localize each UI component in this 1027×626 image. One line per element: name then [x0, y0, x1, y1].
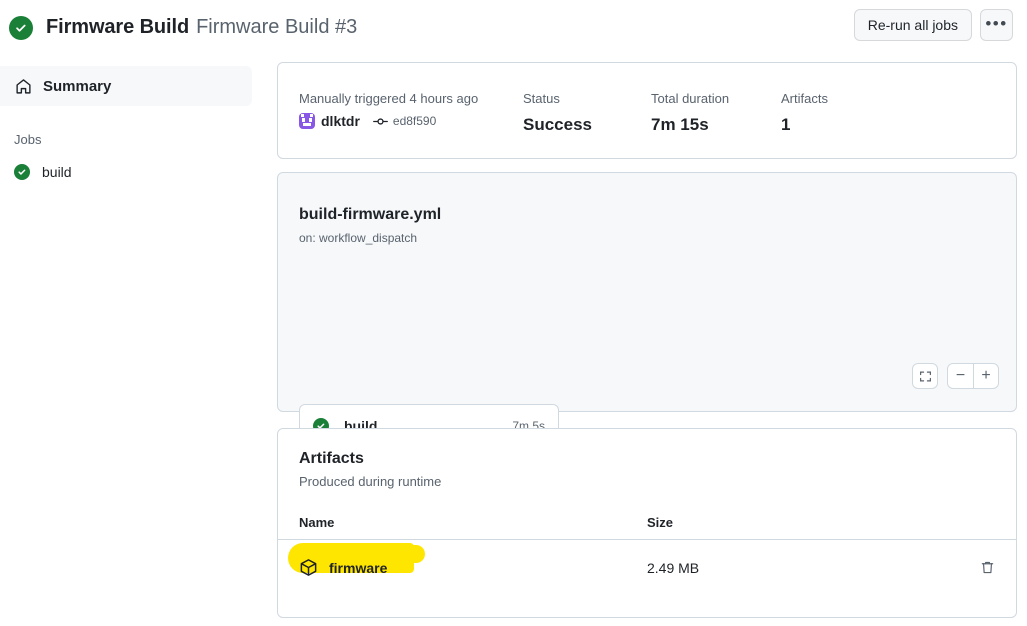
workflow-graph-card: build-firmware.yml on: workflow_dispatch…: [277, 172, 1017, 448]
page-header: Firmware Build Firmware Build #3 Re-run …: [0, 0, 1027, 55]
package-icon: [299, 558, 318, 577]
table-row: firmware 2.49 MB: [278, 539, 1016, 595]
commit-sha[interactable]: ed8f590: [393, 114, 436, 128]
header-title-group: Firmware Build Firmware Build #3: [0, 15, 358, 40]
check-circle-icon: [14, 164, 30, 180]
trigger-label: Manually triggered 4 hours ago: [299, 91, 479, 106]
sidebar-item-job-build[interactable]: build: [0, 164, 260, 180]
status-label: Status: [523, 91, 560, 106]
zoom-out-button[interactable]: −: [948, 364, 973, 388]
more-options-button[interactable]: •••: [980, 9, 1013, 41]
home-icon: [14, 77, 32, 95]
page-title: Firmware Build: [46, 16, 190, 38]
summary-duration-column: Total duration 7m 15s: [651, 91, 781, 135]
workflow-file-name: build-firmware.yml: [299, 206, 442, 223]
avatar: [299, 113, 315, 129]
duration-label: Total duration: [651, 91, 730, 106]
graph-zoom-group: − +: [947, 363, 999, 389]
actor-row: dlktdr ed8f590: [299, 113, 523, 129]
summary-artifacts-column: Artifacts 1: [781, 91, 828, 135]
status-value: Success: [523, 115, 592, 134]
artifacts-subtitle: Produced during runtime: [299, 474, 442, 489]
run-title: Firmware Build #3: [196, 16, 358, 38]
column-header-name: Name: [299, 515, 335, 530]
actor-name[interactable]: dlktdr: [321, 113, 360, 129]
artifact-size: 2.49 MB: [647, 559, 700, 576]
artifact-name-cell: firmware: [288, 543, 647, 577]
duration-value: 7m 15s: [651, 115, 709, 134]
trash-icon[interactable]: [980, 560, 995, 575]
artifacts-card: Artifacts Produced during runtime Name S…: [277, 428, 1017, 618]
workflow-run-page: Firmware Build Firmware Build #3 Re-run …: [0, 0, 1027, 626]
artifacts-table-header: Name Size: [299, 515, 995, 530]
rerun-all-jobs-button[interactable]: Re-run all jobs: [853, 9, 972, 41]
kebab-icon: •••: [985, 14, 1008, 33]
artifacts-count-value: 1: [781, 115, 791, 134]
sidebar-section-jobs: Jobs: [14, 132, 42, 147]
header-actions: Re-run all jobs •••: [853, 9, 1013, 41]
workflow-trigger-event: on: workflow_dispatch: [299, 231, 418, 245]
artifacts-heading: Artifacts: [299, 450, 364, 467]
sidebar: Summary Jobs build: [0, 66, 260, 180]
artifacts-count-label: Artifacts: [781, 91, 828, 106]
sidebar-item-summary[interactable]: Summary: [0, 66, 252, 106]
sidebar-job-label: build: [42, 164, 72, 180]
artifact-name-link[interactable]: firmware: [329, 560, 387, 576]
column-header-size: Size: [647, 515, 674, 530]
zoom-in-button[interactable]: +: [973, 364, 998, 388]
fit-screen-icon[interactable]: [912, 363, 938, 389]
main-content: Manually triggered 4 hours ago dlktdr ed…: [277, 62, 1017, 618]
summary-trigger-column: Manually triggered 4 hours ago dlktdr ed…: [299, 91, 523, 129]
sidebar-item-summary-label: Summary: [43, 77, 112, 95]
check-circle-icon: [9, 15, 33, 40]
git-commit-icon: [372, 114, 388, 129]
graph-zoom-controls: − +: [912, 363, 999, 389]
run-summary-card: Manually triggered 4 hours ago dlktdr ed…: [277, 62, 1017, 159]
summary-status-column: Status Success: [523, 91, 651, 135]
